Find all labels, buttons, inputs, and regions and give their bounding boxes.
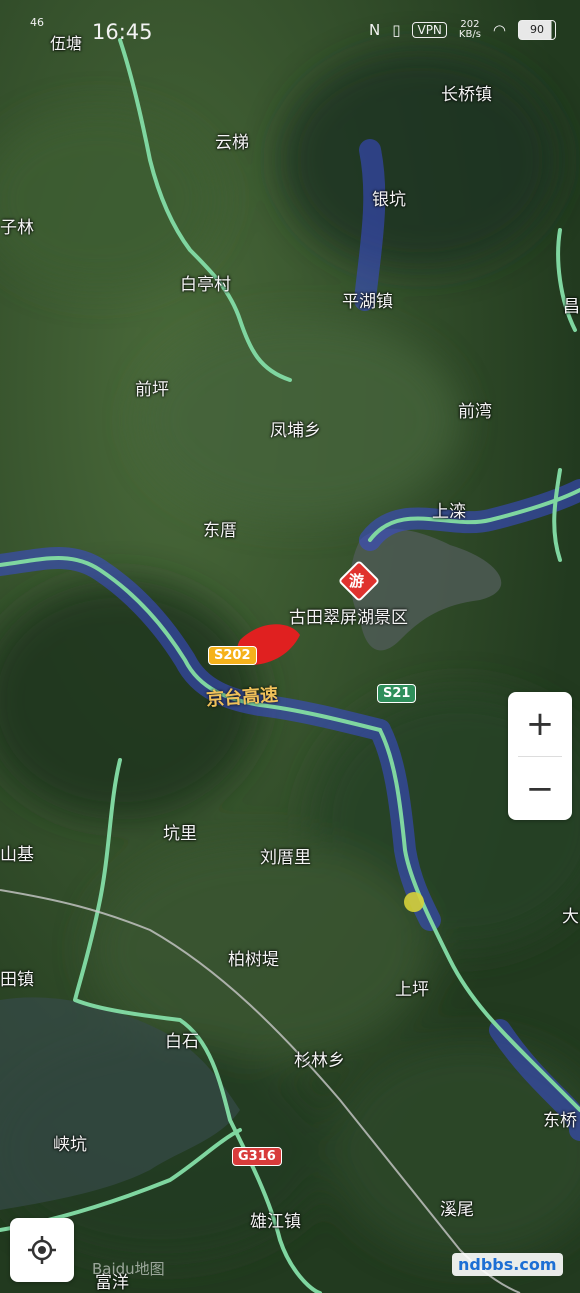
place-label[interactable]: 昌 <box>563 292 580 317</box>
locate-icon <box>28 1236 56 1264</box>
place-label[interactable]: 东厝 <box>203 516 237 541</box>
place-label[interactable]: 长桥镇 <box>441 80 492 105</box>
place-label[interactable]: 白亭村 <box>180 270 231 295</box>
place-label[interactable]: 子林 <box>0 213 34 238</box>
place-label[interactable]: 坑里 <box>163 819 197 844</box>
place-label[interactable]: 杉林乡 <box>294 1046 345 1071</box>
traffic-hotspot <box>404 892 424 912</box>
place-label[interactable]: 雄江镇 <box>250 1207 301 1232</box>
zoom-control: + − <box>508 692 572 820</box>
place-label[interactable]: 刘厝里 <box>260 843 311 868</box>
nfc-icon: N <box>368 21 381 39</box>
expressway-label[interactable]: 京台高速 <box>205 681 279 712</box>
clock: 16:45 <box>92 20 153 44</box>
place-label[interactable]: 白石 <box>165 1027 199 1052</box>
place-label[interactable]: 柏树堤 <box>228 945 279 970</box>
place-label[interactable]: 平湖镇 <box>342 287 393 312</box>
carrier-overlay-label: 伍塘 <box>50 34 83 53</box>
place-label[interactable]: 银坑 <box>372 185 406 210</box>
wifi-icon: ◠ <box>492 21 506 39</box>
place-label[interactable]: 溪尾 <box>440 1195 474 1220</box>
battery-icon: 90 <box>518 20 556 40</box>
place-label[interactable]: 前坪 <box>135 375 169 400</box>
locate-button[interactable] <box>10 1218 74 1282</box>
place-label[interactable]: 云梯 <box>215 128 249 153</box>
status-icons: N ▯ VPN 202 KB/s ◠ 90 <box>369 20 556 40</box>
baidu-map-watermark: Baidu地图 <box>92 1260 165 1278</box>
place-label-scenic-area[interactable]: 古田翠屏湖景区 <box>289 603 408 628</box>
zoom-out-button[interactable]: − <box>508 757 572 821</box>
site-watermark: ndbbs.com <box>452 1253 563 1276</box>
net-speed: 202 KB/s <box>459 20 481 40</box>
place-label[interactable]: 东桥 <box>543 1106 577 1131</box>
place-label[interactable]: 大 <box>562 902 579 927</box>
place-label[interactable]: 田镇 <box>0 965 34 990</box>
road-shield-g316[interactable]: G316 <box>232 1147 282 1166</box>
status-bar: 46 伍塘 16:45 N ▯ VPN 202 KB/s ◠ 90 <box>0 0 580 62</box>
vibrate-icon: ▯ <box>392 21 401 39</box>
satellite-map[interactable] <box>0 0 580 1293</box>
place-label[interactable]: 前湾 <box>458 397 492 422</box>
road-shield-s202[interactable]: S202 <box>208 646 257 665</box>
place-label[interactable]: 上滦 <box>432 497 466 522</box>
place-label[interactable]: 峡坑 <box>53 1130 87 1155</box>
place-label[interactable]: 上坪 <box>395 975 429 1000</box>
road-shield-s21[interactable]: S21 <box>377 684 417 703</box>
place-label[interactable]: 凤埔乡 <box>270 416 321 441</box>
vpn-badge: VPN <box>412 22 447 38</box>
net-speed-unit: KB/s <box>458 29 481 40</box>
scenic-poi-marker-text: 游 <box>349 572 365 590</box>
signal-icon: 46 <box>30 16 44 29</box>
zoom-in-button[interactable]: + <box>508 692 572 756</box>
place-label[interactable]: 山基 <box>0 840 34 865</box>
